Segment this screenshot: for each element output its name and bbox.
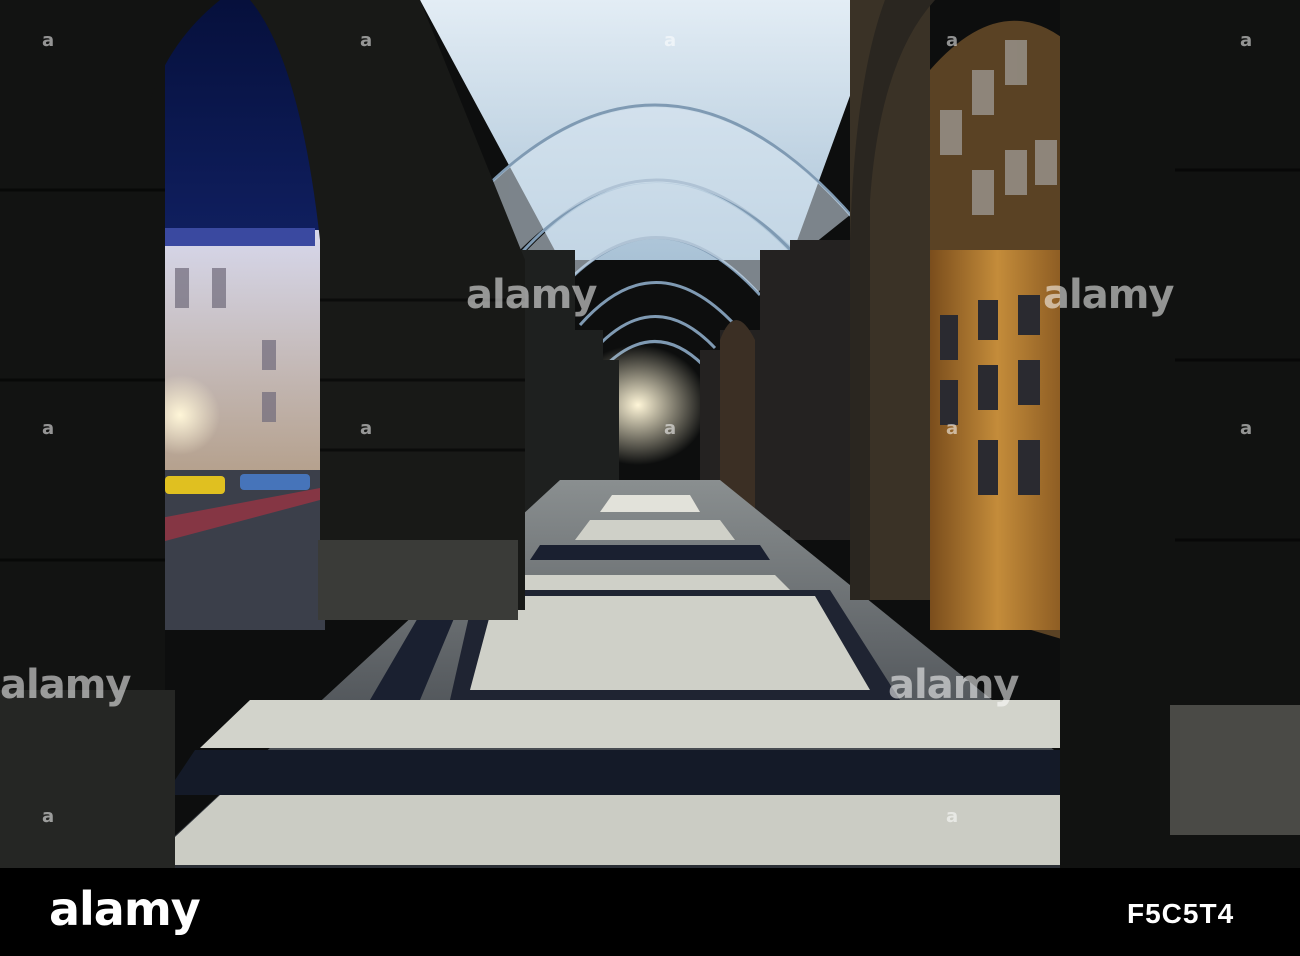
watermark-glyph: a	[1240, 30, 1253, 51]
watermark-glyph: a	[664, 30, 677, 51]
watermark-glyph: a	[664, 418, 677, 439]
pillar-base	[1170, 705, 1300, 835]
watermark: alamy	[0, 662, 131, 708]
watermark-glyph: a	[360, 30, 373, 51]
watermark-glyph: a	[42, 806, 55, 827]
colonnade-photo	[0, 0, 1300, 868]
watermark-glyph: a	[360, 418, 373, 439]
watermark: alamy	[888, 662, 1019, 708]
footer-bar: alamy F5C5T4	[0, 868, 1300, 956]
watermark-glyph: a	[42, 418, 55, 439]
watermark-glyph: a	[946, 418, 959, 439]
taxi	[165, 476, 225, 494]
watermark: alamy	[466, 272, 597, 318]
watermark: alamy	[1043, 272, 1174, 318]
watermark-glyph: a	[1240, 418, 1253, 439]
watermark-glyph: a	[42, 30, 55, 51]
image-id: F5C5T4	[1127, 898, 1235, 929]
photo: alamy alamy alamy alamy a a a a a a a a …	[0, 0, 1300, 868]
brand-logo: alamy	[49, 882, 201, 936]
watermark-glyph: a	[946, 30, 959, 51]
watermark-glyph: a	[946, 806, 959, 827]
